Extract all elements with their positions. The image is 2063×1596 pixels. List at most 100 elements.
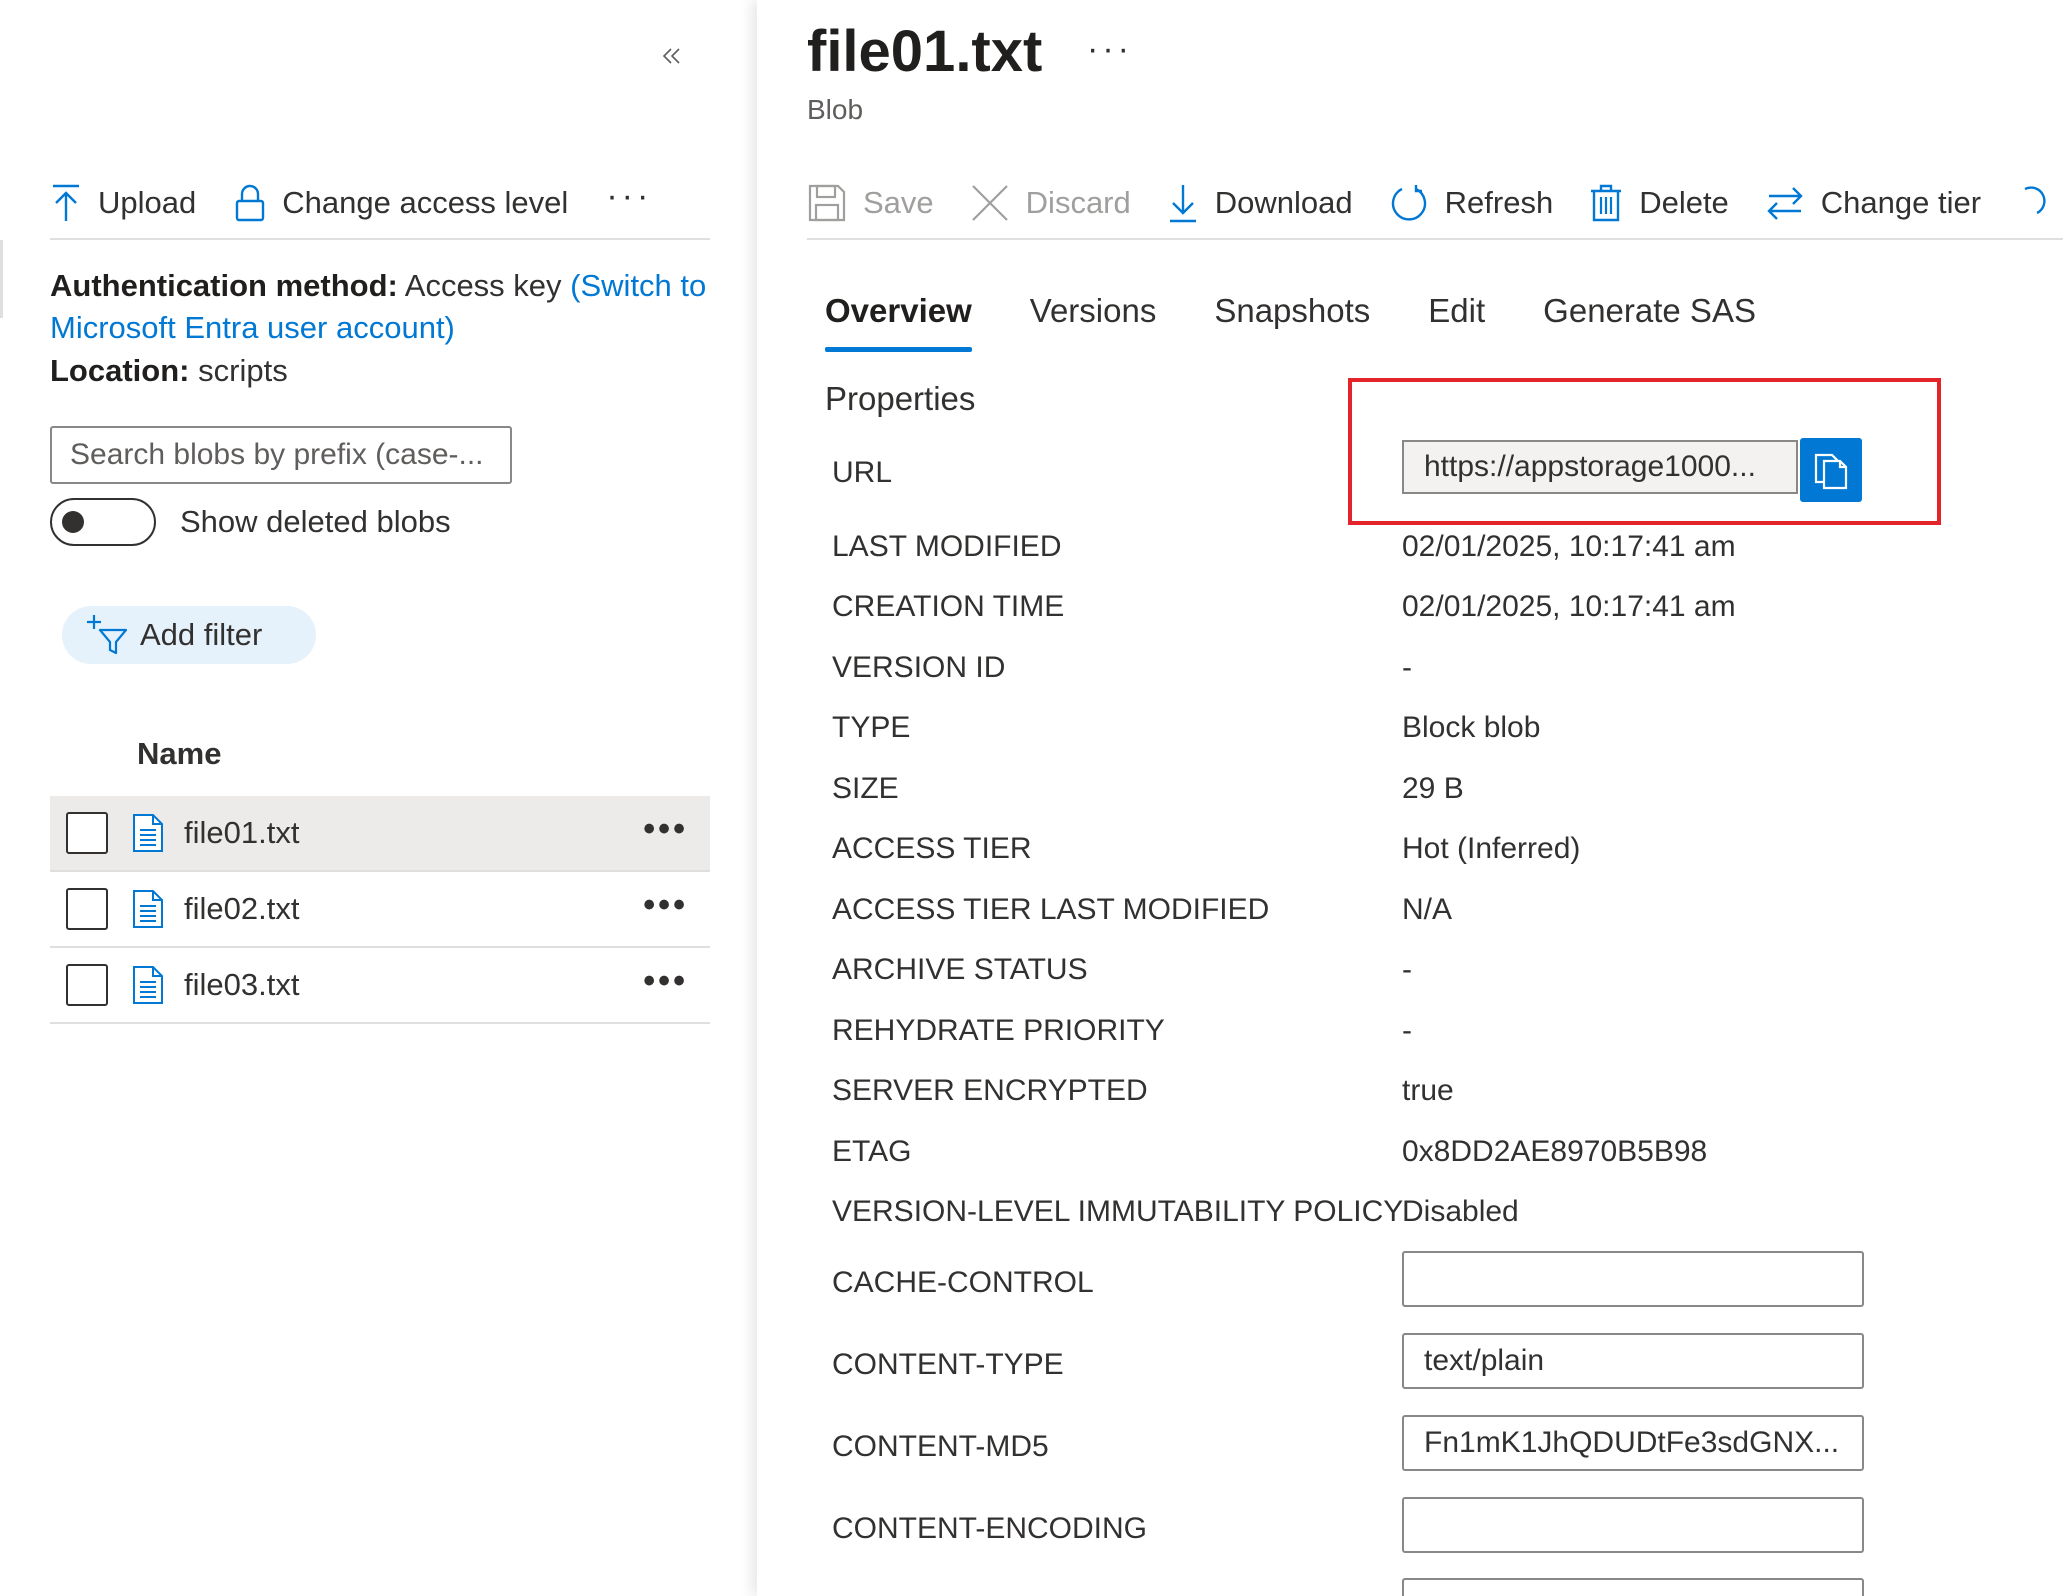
prop-value-creation-time: 02/01/2025, 10:17:41 am: [1402, 590, 1736, 623]
toolbar-overflow-item[interactable]: [2017, 173, 2063, 233]
save-icon: [808, 184, 846, 222]
save-label: Save: [863, 185, 934, 220]
collapse-pane-button[interactable]: [652, 36, 692, 76]
search-blobs-input[interactable]: [50, 426, 512, 484]
row-checkbox[interactable]: [66, 812, 108, 854]
tab-versions[interactable]: Versions: [1030, 286, 1157, 352]
change-tier-label: Change tier: [1820, 185, 1982, 220]
content-encoding-input[interactable]: [1402, 1497, 1864, 1553]
location-label: Location:: [50, 353, 190, 388]
trash-icon: [1591, 184, 1622, 222]
row-checkbox[interactable]: [66, 888, 108, 930]
show-deleted-toggle[interactable]: [50, 498, 156, 546]
list-item[interactable]: file03.txt •••: [50, 948, 710, 1024]
upload-label: Upload: [98, 185, 197, 220]
pane-edge-marker: [0, 240, 3, 318]
swap-arrows-icon: [1767, 187, 1803, 220]
copy-icon: [1814, 453, 1848, 490]
more-actions-button[interactable]: ···: [606, 177, 652, 230]
row-more-button[interactable]: •••: [643, 962, 688, 1001]
prop-label-type: TYPE: [832, 711, 911, 744]
name-column-header[interactable]: Name: [137, 736, 221, 772]
toggle-knob: [62, 511, 84, 533]
blob-name[interactable]: file01.txt: [184, 815, 299, 851]
copy-url-button[interactable]: [1800, 438, 1862, 502]
prop-label-size: SIZE: [832, 772, 899, 805]
content-type-input[interactable]: [1402, 1333, 1864, 1389]
authentication-method: Authentication method: Access key (Switc…: [50, 265, 730, 349]
detail-tabs: Overview Versions Snapshots Edit Generat…: [825, 286, 1814, 352]
blob-list-toolbar: Upload Change access level ···: [50, 168, 710, 240]
cache-control-input[interactable]: [1402, 1251, 1864, 1307]
prop-label-archive-status: ARCHIVE STATUS: [832, 953, 1088, 986]
prop-value-version-id: -: [1402, 651, 1412, 684]
save-button[interactable]: Save: [807, 173, 934, 233]
page-subtitle: Blob: [807, 94, 864, 125]
blob-detail-toolbar: Save Discard Download Refresh Delete Cha…: [807, 168, 2063, 240]
upload-icon: [53, 184, 79, 221]
row-more-button[interactable]: •••: [643, 810, 688, 849]
tab-edit[interactable]: Edit: [1428, 286, 1485, 352]
content-md5-input[interactable]: [1402, 1415, 1864, 1471]
location-value: scripts: [198, 353, 288, 388]
list-item[interactable]: file01.txt •••: [50, 796, 710, 872]
refresh-label: Refresh: [1444, 185, 1554, 220]
blob-name[interactable]: file02.txt: [184, 891, 299, 927]
prop-value-access-tier: Hot (Inferred): [1402, 832, 1581, 865]
show-deleted-row: Show deleted blobs: [50, 494, 451, 550]
change-access-level-button[interactable]: Change access level: [234, 173, 568, 233]
lock-icon: [236, 184, 265, 222]
blob-list-pane: Upload Change access level ··· Authentic…: [0, 0, 756, 1596]
prop-label-content-type: CONTENT-TYPE: [832, 1348, 1064, 1381]
prop-value-archive-status: -: [1402, 953, 1412, 986]
prop-label-server-encrypted: SERVER ENCRYPTED: [832, 1074, 1148, 1107]
file-icon: [133, 966, 163, 1004]
row-more-button[interactable]: •••: [643, 886, 688, 925]
close-icon: [971, 185, 1008, 221]
upload-button[interactable]: Upload: [50, 173, 196, 233]
prop-label-creation-time: CREATION TIME: [832, 590, 1065, 623]
discard-label: Discard: [1025, 185, 1131, 220]
prop-label-content-encoding: CONTENT-ENCODING: [832, 1512, 1147, 1545]
prop-value-server-encrypted: true: [1402, 1074, 1454, 1107]
add-filter-label: Add filter: [140, 617, 263, 652]
tab-generate-sas[interactable]: Generate SAS: [1543, 286, 1756, 352]
blob-name[interactable]: file03.txt: [184, 967, 299, 1003]
download-button[interactable]: Download: [1167, 173, 1353, 233]
page-title: file01.txt: [807, 19, 1043, 84]
row-checkbox[interactable]: [66, 964, 108, 1006]
discard-button[interactable]: Discard: [970, 173, 1131, 233]
prop-value-size: 29 B: [1402, 772, 1464, 805]
prop-label-access-tier: ACCESS TIER: [832, 832, 1032, 865]
prop-value-type: Block blob: [1402, 711, 1541, 744]
tab-overview[interactable]: Overview: [825, 286, 972, 352]
change-access-level-label: Change access level: [282, 185, 569, 220]
location: Location: scripts: [50, 350, 288, 392]
prop-label-last-modified: LAST MODIFIED: [832, 530, 1062, 563]
prop-label-immutability-policy: VERSION-LEVEL IMMUTABILITY POLICY: [832, 1195, 1404, 1228]
title-more-button[interactable]: ···: [1087, 30, 1133, 69]
refresh-button[interactable]: Refresh: [1389, 173, 1554, 233]
prop-value-access-tier-last-modified: N/A: [1402, 893, 1453, 926]
prop-label-access-tier-last-modified: ACCESS TIER LAST MODIFIED: [832, 893, 1270, 926]
blob-list: file01.txt ••• file02.txt ••• file03.txt…: [50, 796, 710, 1024]
list-item[interactable]: file02.txt •••: [50, 872, 710, 948]
add-filter-button[interactable]: Add filter: [62, 606, 316, 664]
prop-label-rehydrate-priority: REHYDRATE PRIORITY: [832, 1014, 1165, 1047]
file-icon: [133, 814, 163, 852]
download-icon: [1169, 185, 1196, 223]
partial-toolbar-icon: [2024, 186, 2046, 215]
prop-value-rehydrate-priority: -: [1402, 1014, 1412, 1047]
prop-label-etag: ETAG: [832, 1135, 912, 1168]
auth-method-value: Access key: [404, 268, 562, 303]
url-field[interactable]: https://appstorage1000...: [1402, 440, 1798, 494]
prop-label-cache-control: CACHE-CONTROL: [832, 1266, 1094, 1299]
url-label: URL: [832, 456, 893, 489]
prop-label-version-id: VERSION ID: [832, 651, 1006, 684]
show-deleted-label: Show deleted blobs: [180, 504, 451, 539]
download-label: Download: [1214, 185, 1353, 220]
next-property-input[interactable]: [1402, 1578, 1864, 1596]
change-tier-button[interactable]: Change tier: [1765, 173, 1981, 233]
delete-button[interactable]: Delete: [1589, 173, 1729, 233]
tab-snapshots[interactable]: Snapshots: [1214, 286, 1370, 352]
